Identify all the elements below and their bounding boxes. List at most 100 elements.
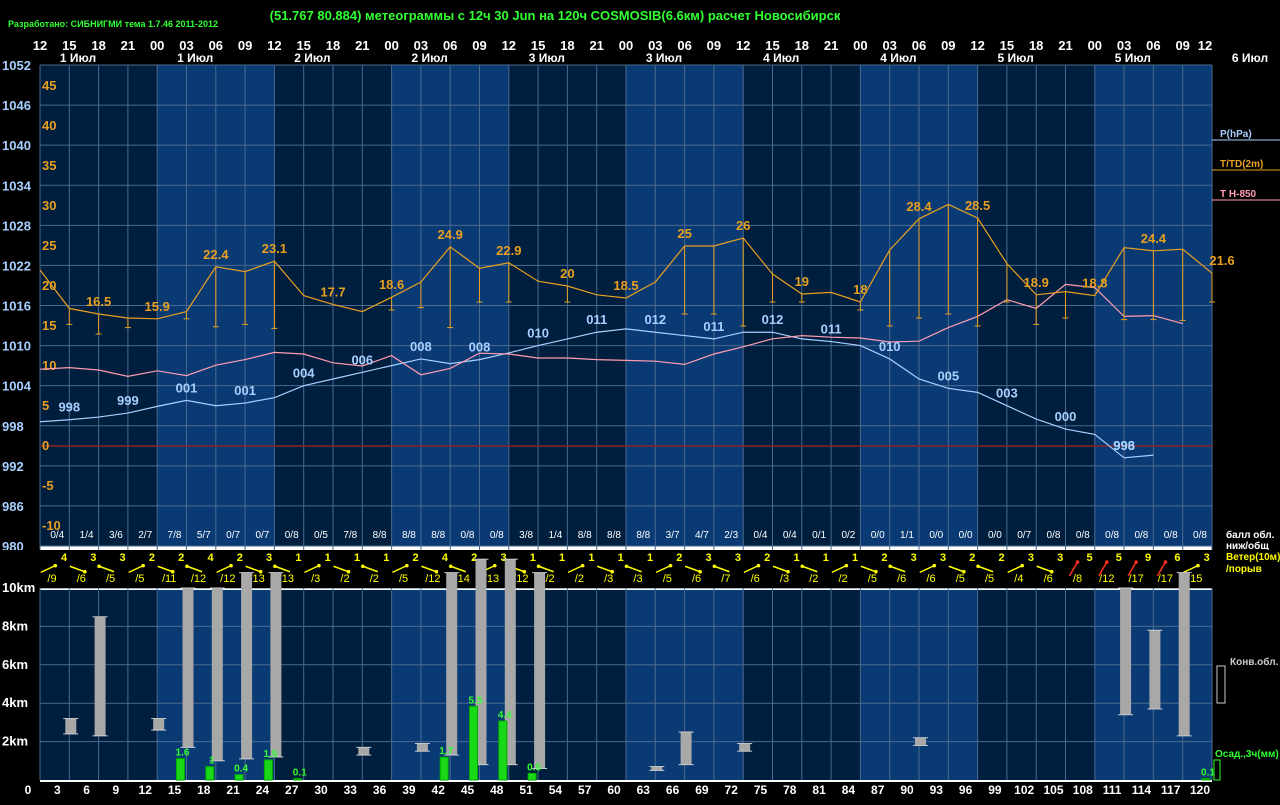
cloud-cover-label: 8/8 <box>431 530 445 541</box>
cloud-cover-label: 0/2 <box>841 530 855 541</box>
day-label: 2 Июл <box>411 51 447 65</box>
pressure-value-label: 010 <box>879 339 901 354</box>
cloud-column <box>680 732 692 765</box>
wind-speed: 1 <box>793 552 799 564</box>
cloud-column <box>534 572 546 769</box>
pressure-value-label: 011 <box>821 322 842 337</box>
pressure-tick: 1028 <box>2 218 31 233</box>
pressure-tick: 1034 <box>2 178 32 193</box>
lead-hour-label: 96 <box>959 783 973 797</box>
temp-tick: 35 <box>42 158 56 173</box>
wind-speed: 4 <box>442 552 449 564</box>
wind-gust: /6 <box>1044 573 1053 585</box>
wind-speed: 1 <box>559 552 565 564</box>
wind-gust: /6 <box>751 573 760 585</box>
lead-hour-label: 0 <box>25 783 32 797</box>
time-band <box>948 65 978 780</box>
temp-value-label: 20 <box>560 266 574 281</box>
cloud-column <box>182 588 194 748</box>
pressure-tick: 1004 <box>2 379 32 394</box>
day-label: 5 Июл <box>997 51 1033 65</box>
wind-arrow-head <box>712 564 717 569</box>
conv-cloud-caption: Конв.обл. <box>1230 656 1279 668</box>
wind-speed: 4 <box>61 552 68 564</box>
wind-arrow-head <box>405 563 409 568</box>
wind-speed: 2 <box>178 552 184 564</box>
lead-hour-label: 45 <box>461 783 475 797</box>
wind-gust: /12 <box>191 573 206 585</box>
cloud-column <box>358 747 370 756</box>
temp-value-label: 22.9 <box>496 243 521 258</box>
temp-value-label: 28.5 <box>965 198 990 213</box>
wind-speed: 1 <box>325 552 331 564</box>
cloud-cover-label: 0/7 <box>1017 530 1031 541</box>
wind-speed: 1 <box>823 552 829 564</box>
time-band <box>684 65 714 780</box>
cloud-height-tick: 8km <box>2 618 28 633</box>
cloud-cover-label: 0/8 <box>1047 530 1061 541</box>
pressure-value-label: 005 <box>937 368 959 383</box>
temp-tick: -5 <box>42 478 54 493</box>
cloud-cover-label: 4/7 <box>695 530 709 541</box>
temp-value-label: 28.4 <box>906 199 932 214</box>
wind-speed: 1 <box>618 552 624 564</box>
temp-value-label: 24.9 <box>438 227 463 242</box>
precip-bar <box>498 720 508 781</box>
lead-hour-label: 42 <box>432 783 446 797</box>
pressure-tick: 998 <box>2 419 24 434</box>
precip-bar <box>205 766 215 781</box>
legend-t850: T H-850 <box>1220 189 1257 200</box>
wind-speed: 3 <box>706 552 712 564</box>
temp-value-label: 18 <box>853 282 867 297</box>
cloud-cover-label: 0/0 <box>871 530 885 541</box>
legend-pressure: P(hPa) <box>1220 129 1252 140</box>
precip-bar <box>527 772 537 781</box>
pressure-value-label: 012 <box>644 312 666 327</box>
pressure-tick: 1010 <box>2 339 31 354</box>
hour-label: 00 <box>384 38 398 53</box>
wind-speed: 2 <box>149 552 155 564</box>
precip-bar <box>439 756 449 781</box>
hour-label: 21 <box>355 38 369 53</box>
wind-gust: /3 <box>311 573 320 585</box>
lead-hour-label: 78 <box>783 783 797 797</box>
time-band <box>567 65 597 780</box>
temp-tick: 25 <box>42 238 56 253</box>
cloud-cover-label: 5/7 <box>197 530 211 541</box>
wind-gust: /2 <box>575 573 584 585</box>
wind-speed: 3 <box>940 552 946 564</box>
wind-arrow-head <box>888 564 892 569</box>
wind-gust: /5 <box>135 573 144 585</box>
wind-gust: /12 <box>220 573 235 585</box>
precip-bar <box>469 705 478 781</box>
cloud-column <box>241 572 253 759</box>
wind-caption: Ветер(10м) <box>1226 552 1280 563</box>
time-band <box>303 65 333 780</box>
lead-hour-label: 48 <box>490 783 504 797</box>
lead-hour-label: 3 <box>54 783 61 797</box>
time-band <box>420 65 451 780</box>
day-label: 3 Июл <box>646 51 682 65</box>
time-band <box>127 65 158 780</box>
cloud-cover-label: 3/7 <box>666 530 680 541</box>
temp-value-label: 24.4 <box>1141 231 1167 246</box>
time-band <box>831 65 861 780</box>
precip-bar <box>1201 778 1211 781</box>
day-label: 3 Июл <box>529 51 565 65</box>
wind-speed: 9 <box>1145 552 1151 564</box>
conv-cloud-symbol <box>1216 665 1226 704</box>
cloud-column <box>1120 588 1132 715</box>
pressure-value-label: 004 <box>293 366 315 381</box>
wind-speed: 1 <box>530 552 536 564</box>
wind-gust: /5 <box>868 573 877 585</box>
wind-speed: 1 <box>383 552 389 564</box>
wind-caption: /порыв <box>1226 564 1262 575</box>
lead-hour-label: 114 <box>1132 783 1152 797</box>
lead-hour-label: 108 <box>1073 783 1093 797</box>
hour-label: 00 <box>853 38 867 53</box>
wind-speed: 6 <box>1174 552 1180 564</box>
pressure-value-label: 008 <box>469 340 491 355</box>
pressure-value-label: 999 <box>117 393 139 408</box>
wind-speed: 3 <box>1028 552 1034 564</box>
wind-gust: /2 <box>546 573 555 585</box>
